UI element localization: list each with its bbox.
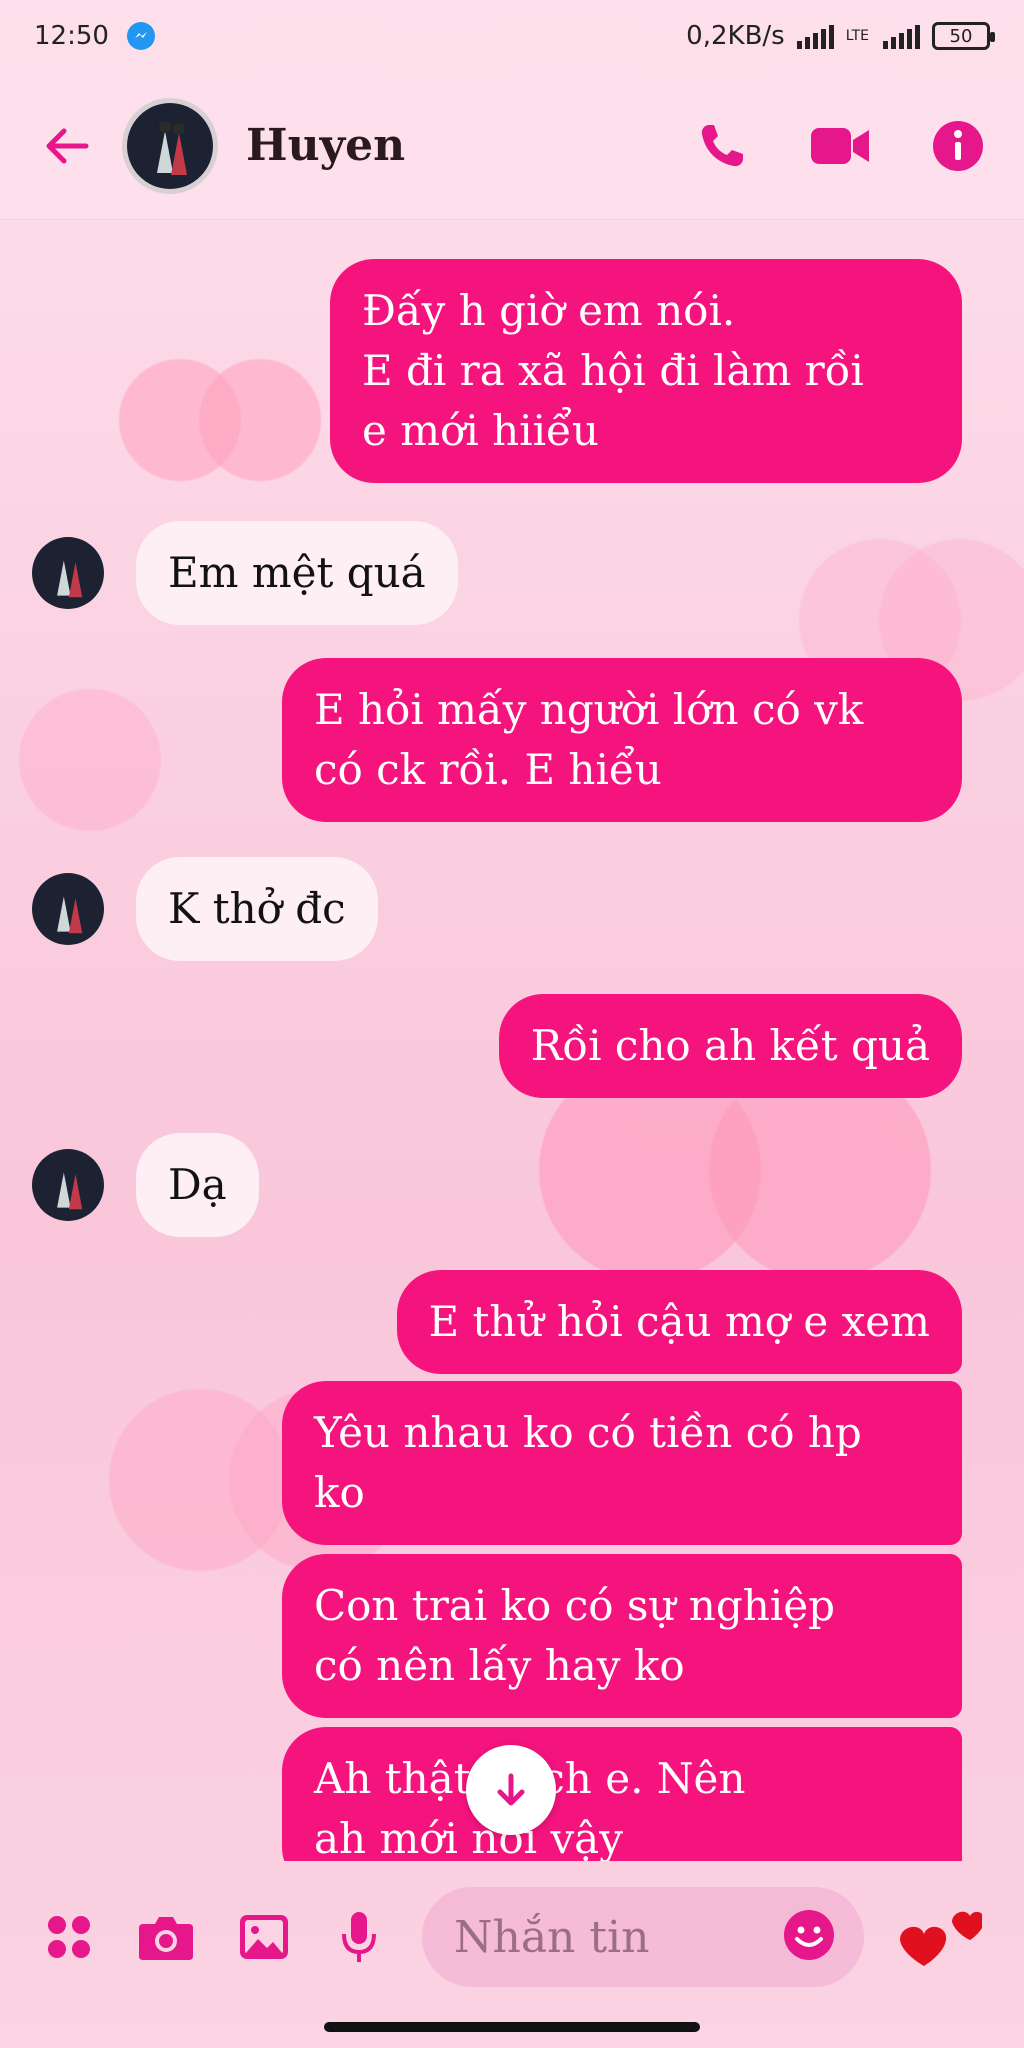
conversation-info-button[interactable] — [926, 114, 990, 178]
apps-icon — [47, 1916, 90, 1958]
message-input[interactable] — [453, 1911, 782, 1963]
contact-avatar[interactable] — [122, 97, 218, 194]
message-text-line: E thử hỏi cậu mợ e xem — [428, 1297, 930, 1346]
message-row: E hỏi mấy người lớn có vk có ck rồi. E h… — [282, 658, 962, 822]
signal-icon — [796, 23, 834, 49]
message-row: Ah thật thích e. Nên ah mới nói vậy — [282, 1727, 962, 1861]
info-icon — [933, 120, 983, 171]
message-input-container — [421, 1887, 864, 1987]
gallery-button[interactable] — [237, 1908, 290, 1966]
phone-icon — [701, 124, 743, 166]
messenger-notification-icon — [126, 22, 155, 50]
signal-lte-icon — [883, 23, 920, 49]
contact-avatar-small[interactable] — [32, 1149, 104, 1221]
message-text-line: Rồi cho ah kết quả — [530, 1021, 930, 1070]
message-row: Rồi cho ah kết quả — [498, 994, 962, 1098]
incoming-message-bubble[interactable]: K thở đc — [136, 857, 378, 961]
message-composer — [0, 1862, 1024, 2012]
message-text-line: Ah thật thích e. Nên — [314, 1754, 746, 1803]
status-bar: 12:50 0,2KB/s LTE 50 — [0, 0, 1024, 72]
voice-message-button[interactable] — [333, 1908, 386, 1966]
network-speed: 0,2KB/s — [686, 21, 785, 51]
outgoing-message-bubble[interactable]: Yêu nhau ko có tiền có hp ko — [282, 1381, 962, 1545]
contact-name[interactable]: Huyen — [246, 120, 405, 171]
message-text-line: Yêu nhau ko có tiền có hp — [314, 1408, 862, 1457]
incoming-message-bubble[interactable]: Em mệt quá — [136, 521, 458, 625]
video-camera-icon — [811, 127, 869, 164]
contact-avatar-small[interactable] — [32, 537, 104, 609]
contact-avatar-small[interactable] — [32, 873, 104, 945]
message-text-line: e mới hiiểu — [362, 406, 599, 455]
outgoing-message-bubble[interactable]: E hỏi mấy người lớn có vk có ck rồi. E h… — [282, 658, 962, 822]
microphone-icon — [342, 1912, 377, 1962]
message-text-line: E hỏi mấy người lớn có vk — [314, 685, 864, 734]
outgoing-message-bubble[interactable]: Rồi cho ah kết quả — [498, 994, 962, 1098]
message-row: Em mệt quá — [32, 521, 458, 625]
message-text-line: Dạ — [168, 1160, 227, 1209]
message-row: Dạ — [32, 1133, 259, 1237]
more-actions-button[interactable] — [42, 1908, 95, 1966]
message-text-line: K thở đc — [168, 884, 346, 933]
message-row: K thở đc — [32, 857, 378, 961]
conversation-header: Huyen — [0, 72, 1024, 220]
message-text-line: E đi ra xã hội đi làm rồi — [362, 346, 864, 395]
message-text-line: ko — [314, 1468, 365, 1517]
scroll-to-bottom-button[interactable] — [466, 1745, 556, 1835]
emoji-button[interactable] — [782, 1908, 836, 1966]
video-call-button[interactable] — [808, 114, 872, 178]
camera-button[interactable] — [137, 1908, 195, 1966]
message-text-line: Đấy h giờ em nói. — [362, 286, 736, 335]
message-text-line: Em mệt quá — [168, 548, 426, 597]
camera-icon — [139, 1917, 194, 1960]
message-text-line: có ck rồi. E hiểu — [314, 745, 662, 794]
battery-icon: 50 — [932, 22, 995, 50]
message-row: E thử hỏi cậu mợ e xem — [396, 1270, 962, 1374]
message-list[interactable]: Đấy h giờ em nói. E đi ra xã hội đi làm … — [0, 221, 1024, 1861]
back-button[interactable] — [34, 114, 98, 178]
message-text-line: ah mới nói vậy — [314, 1814, 623, 1861]
quick-reaction-button[interactable] — [892, 1892, 982, 1982]
message-text-line: Con trai ko có sự nghiệp — [314, 1581, 835, 1630]
image-icon — [239, 1915, 288, 1959]
status-time: 12:50 — [34, 21, 109, 51]
message-row: Đấy h giờ em nói. E đi ra xã hội đi làm … — [330, 259, 962, 483]
message-row: Con trai ko có sự nghiệp có nên lấy hay … — [282, 1554, 962, 1718]
emoji-icon — [783, 1910, 834, 1960]
system-navigation-bar[interactable] — [324, 2022, 700, 2032]
network-type: LTE — [845, 28, 869, 44]
message-text-line: có nên lấy hay ko — [314, 1641, 685, 1690]
outgoing-message-bubble[interactable]: Đấy h giờ em nói. E đi ra xã hội đi làm … — [330, 259, 962, 483]
outgoing-message-bubble[interactable]: Con trai ko có sự nghiệp có nên lấy hay … — [282, 1554, 962, 1718]
outgoing-message-bubble[interactable]: Ah thật thích e. Nên ah mới nói vậy — [282, 1727, 962, 1861]
hearts-icon — [899, 1911, 982, 1966]
voice-call-button[interactable] — [690, 114, 754, 178]
outgoing-message-bubble[interactable]: E thử hỏi cậu mợ e xem — [396, 1270, 962, 1374]
incoming-message-bubble[interactable]: Dạ — [136, 1133, 259, 1237]
message-row: Yêu nhau ko có tiền có hp ko — [282, 1381, 962, 1545]
back-arrow-icon — [46, 128, 89, 163]
arrow-down-icon — [497, 1773, 525, 1806]
